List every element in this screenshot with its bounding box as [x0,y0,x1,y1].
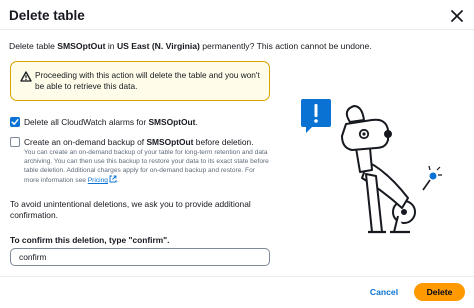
create-backup-checkbox[interactable] [10,137,20,147]
backup-desc-end: . [116,177,119,185]
delete-description: Delete table SMSOptOut in US East (N. Vi… [9,41,449,51]
delete-table-dialog: Delete table Delete table SMSOptOut in U… [0,0,474,308]
dialog-header: Delete table [9,7,465,27]
pricing-link[interactable]: Pricing [87,175,117,185]
create-backup-label[interactable]: Create an on-demand backup of SMSOptOut … [24,137,254,147]
confirmation-info: To avoid unintentional deletions, we ask… [10,199,251,220]
checkmark-icon [11,119,19,125]
warning-alert: Proceeding with this action will delete … [10,61,270,101]
header-divider [0,29,474,30]
backup-desc-text: You can create an on-demand backup of yo… [24,149,269,185]
robot-dog-illustration [301,99,442,234]
pricing-link-text: Pricing [87,177,108,185]
desc-region: US East (N. Virginia) [116,41,200,51]
backup-table-name: SMSOptOut [146,137,194,147]
delete-alarms-checkbox[interactable] [10,117,20,127]
footer-divider [0,276,474,277]
cancel-button[interactable]: Cancel [362,284,406,300]
delete-button[interactable]: Delete [414,283,465,301]
confirmation-input[interactable] [10,248,270,266]
close-icon [451,10,463,22]
backup-prefix: Create an on-demand backup of [24,137,147,147]
alarms-prefix: Delete all CloudWatch alarms for [24,117,149,127]
desc-prefix: Delete table [9,41,58,51]
external-link-icon [109,175,117,183]
backup-description: You can create an on-demand backup of yo… [24,149,269,186]
desc-table-name: SMSOptOut [57,41,106,51]
close-button[interactable] [450,9,464,23]
dialog-title: Delete table [9,8,85,23]
desc-middle: in [105,41,117,51]
alert-icon [301,99,331,133]
warning-icon [20,71,32,82]
backup-suffix: before deletion. [193,137,254,147]
confirmation-label: To confirm this deletion, type "confirm"… [10,235,170,245]
alarms-suffix: . [195,117,198,127]
robot-tail [422,165,442,191]
warning-text: Proceeding with this action will delete … [35,70,260,91]
desc-suffix: permanently? This action cannot be undon… [199,41,372,51]
delete-alarms-label[interactable]: Delete all CloudWatch alarms for SMSOptO… [24,117,198,127]
alarms-table-name: SMSOptOut [148,117,196,127]
